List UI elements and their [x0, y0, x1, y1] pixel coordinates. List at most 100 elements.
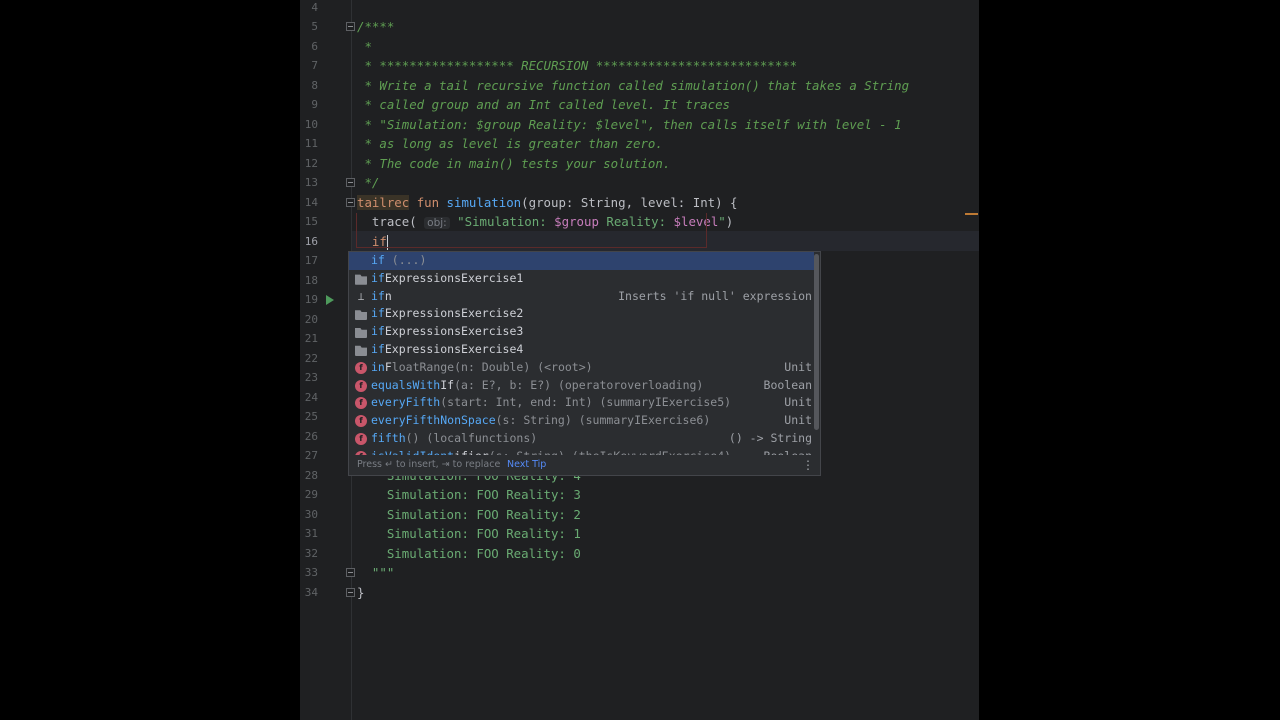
completion-item-type: () -> String: [728, 431, 812, 445]
line-number: 33: [304, 566, 318, 579]
function-signature: (group: String, level: Int) {: [521, 194, 738, 210]
completion-item-type: Unit: [784, 359, 812, 374]
code-line: }: [357, 584, 365, 600]
completion-item-label: inFloatRange(n: Double) (<root>): [371, 359, 593, 377]
run-main-icon[interactable]: [326, 294, 334, 305]
completion-item-type: Inserts 'if null' expression: [618, 288, 812, 303]
completion-footer: Press ↵ to insert, ⇥ to replace Next Tip…: [349, 455, 820, 475]
completion-item[interactable]: ⊥ ifn Inserts 'if null' expression: [349, 288, 814, 306]
fold-toggle-icon[interactable]: [346, 587, 355, 597]
function-icon: f: [355, 433, 367, 445]
completion-item[interactable]: f equalsWithIf(a: E?, b: E?) (operatorove…: [349, 377, 814, 395]
function-icon: f: [355, 397, 367, 410]
line-number: 14: [304, 195, 318, 209]
line-number: 18: [304, 273, 318, 287]
completion-item-tail: loatRange(n: Double) (<root>): [391, 359, 593, 374]
completion-item[interactable]: f inFloatRange(n: Double) (<root>) Unit: [349, 359, 814, 377]
folder-icon: [355, 327, 367, 339]
completion-item-label: if (...): [371, 252, 426, 270]
line-number: 21: [304, 332, 318, 345]
completion-item-label: everyFifthNonSpace(s: String) (summaryIE…: [371, 412, 710, 430]
code-completion-popup[interactable]: if (...) ifExpressionsExercise1 ⊥ ifn Insert…: [348, 251, 821, 476]
string-literal: "Simulation:: [457, 214, 555, 229]
code-line-current[interactable]: if: [357, 232, 388, 252]
code-line: """: [357, 563, 394, 583]
fold-toggle-icon[interactable]: [346, 178, 355, 187]
completion-item-tail: () (localfunctions): [405, 431, 538, 445]
current-line-highlight: [352, 231, 979, 251]
completion-item[interactable]: f everyFifthNonSpace(s: String) (summaryI…: [349, 412, 814, 430]
line-number: 6: [311, 39, 318, 53]
completion-item-m: in: [371, 359, 385, 374]
completion-item[interactable]: fisValidIdentifier(s: String) (theIsKeyw…: [349, 448, 814, 455]
string-delimiter: """: [371, 565, 395, 580]
completion-item-n: ExpressionsExercise1: [384, 270, 524, 285]
completion-item-m: everyFifthNonSpace: [371, 413, 496, 428]
completion-item-m: fifth: [371, 431, 406, 445]
completion-item-m: if: [371, 342, 385, 356]
code-line: * called group and an Int called level. …: [357, 97, 730, 112]
completion-list[interactable]: if (...) ifExpressionsExercise1 ⊥ ifn Insert…: [349, 252, 814, 455]
code-line: * ****************** RECURSION *********…: [357, 58, 798, 73]
line-number: 4: [311, 0, 318, 14]
fold-toggle-icon[interactable]: [346, 22, 355, 31]
fold-toggle-icon[interactable]: [346, 197, 355, 207]
code-line: Simulation: FOO Reality: 2: [357, 505, 581, 525]
function-name: simulation: [446, 194, 522, 210]
completion-item-n: ExpressionsExercise3: [384, 324, 524, 339]
error-stripe-marker[interactable]: [965, 213, 978, 215]
completion-item[interactable]: ifExpressionsExercise4: [349, 341, 814, 359]
code-line: * "Simulation: $group Reality: $level", …: [357, 116, 902, 132]
line-number: 10: [304, 117, 318, 131]
popup-scrollbar[interactable]: [814, 254, 819, 430]
completion-item-n: ExpressionsExercise2: [384, 306, 524, 321]
template-icon: ⊥: [357, 289, 365, 303]
template-expression: $group: [554, 214, 599, 229]
line-number: 32: [304, 546, 318, 560]
completion-item-label: isValidIdentifier(s: String) (theIsKeywo…: [371, 448, 731, 455]
completion-item-type: Unit: [784, 395, 812, 410]
completion-item-n: If: [440, 377, 455, 392]
completion-item[interactable]: f everyFifth(start: Int, end: Int) (summa…: [349, 394, 814, 412]
completion-item-tail: (...): [384, 253, 427, 267]
line-number: 30: [304, 507, 318, 521]
code-line: Simulation: FOO Reality: 0: [357, 544, 581, 564]
line-number: 29: [304, 488, 318, 501]
code-line: Simulation: FOO Reality: 1: [357, 524, 581, 544]
next-tip-link[interactable]: Next Tip: [507, 455, 546, 475]
completion-item[interactable]: f fifth() (localfunctions) () -> String: [349, 430, 814, 448]
completion-item-label: ifExpressionsExercise2: [371, 305, 523, 323]
line-number: 34: [304, 585, 318, 599]
line-number: 16: [304, 234, 318, 248]
completion-item[interactable]: ifExpressionsExercise1: [349, 270, 814, 288]
completion-item-m: equalsWith: [371, 377, 441, 392]
line-number: 11: [304, 137, 318, 150]
fold-toggle-icon[interactable]: [346, 568, 355, 577]
code-line: * as long as level is greater than zero.: [357, 136, 663, 151]
line-number: 17: [304, 254, 318, 267]
folder-icon: [355, 345, 367, 356]
typed-text: if: [371, 233, 387, 249]
line-number: 25: [304, 410, 318, 423]
completion-item[interactable]: if (...): [349, 252, 814, 270]
completion-item-m: if: [371, 253, 385, 267]
line-number: 22: [304, 351, 318, 365]
template-expression: $level: [673, 214, 719, 229]
line-number: 20: [304, 312, 318, 326]
completion-item[interactable]: ifExpressionsExercise3: [349, 323, 814, 341]
completion-item-n: ExpressionsExercise4: [384, 342, 524, 356]
completion-item-n: F: [384, 359, 392, 374]
completion-item[interactable]: ifExpressionsExercise2: [349, 305, 814, 323]
line-number: 7: [311, 59, 318, 72]
completion-item-m: if: [371, 270, 385, 285]
parameter-hint: obj:: [424, 217, 450, 229]
code-line: /****: [357, 19, 395, 34]
code-line: *: [357, 38, 372, 54]
more-options-icon[interactable]: ⋮: [802, 455, 814, 475]
folder-icon: [355, 310, 367, 321]
completion-item-tail: (a: E?, b: E?) (operatoroverloading): [454, 377, 704, 392]
string-literal: Reality:: [598, 214, 674, 229]
trace-call: trace(: [371, 214, 417, 229]
line-number: 12: [304, 156, 318, 170]
line-number: 23: [304, 371, 318, 384]
